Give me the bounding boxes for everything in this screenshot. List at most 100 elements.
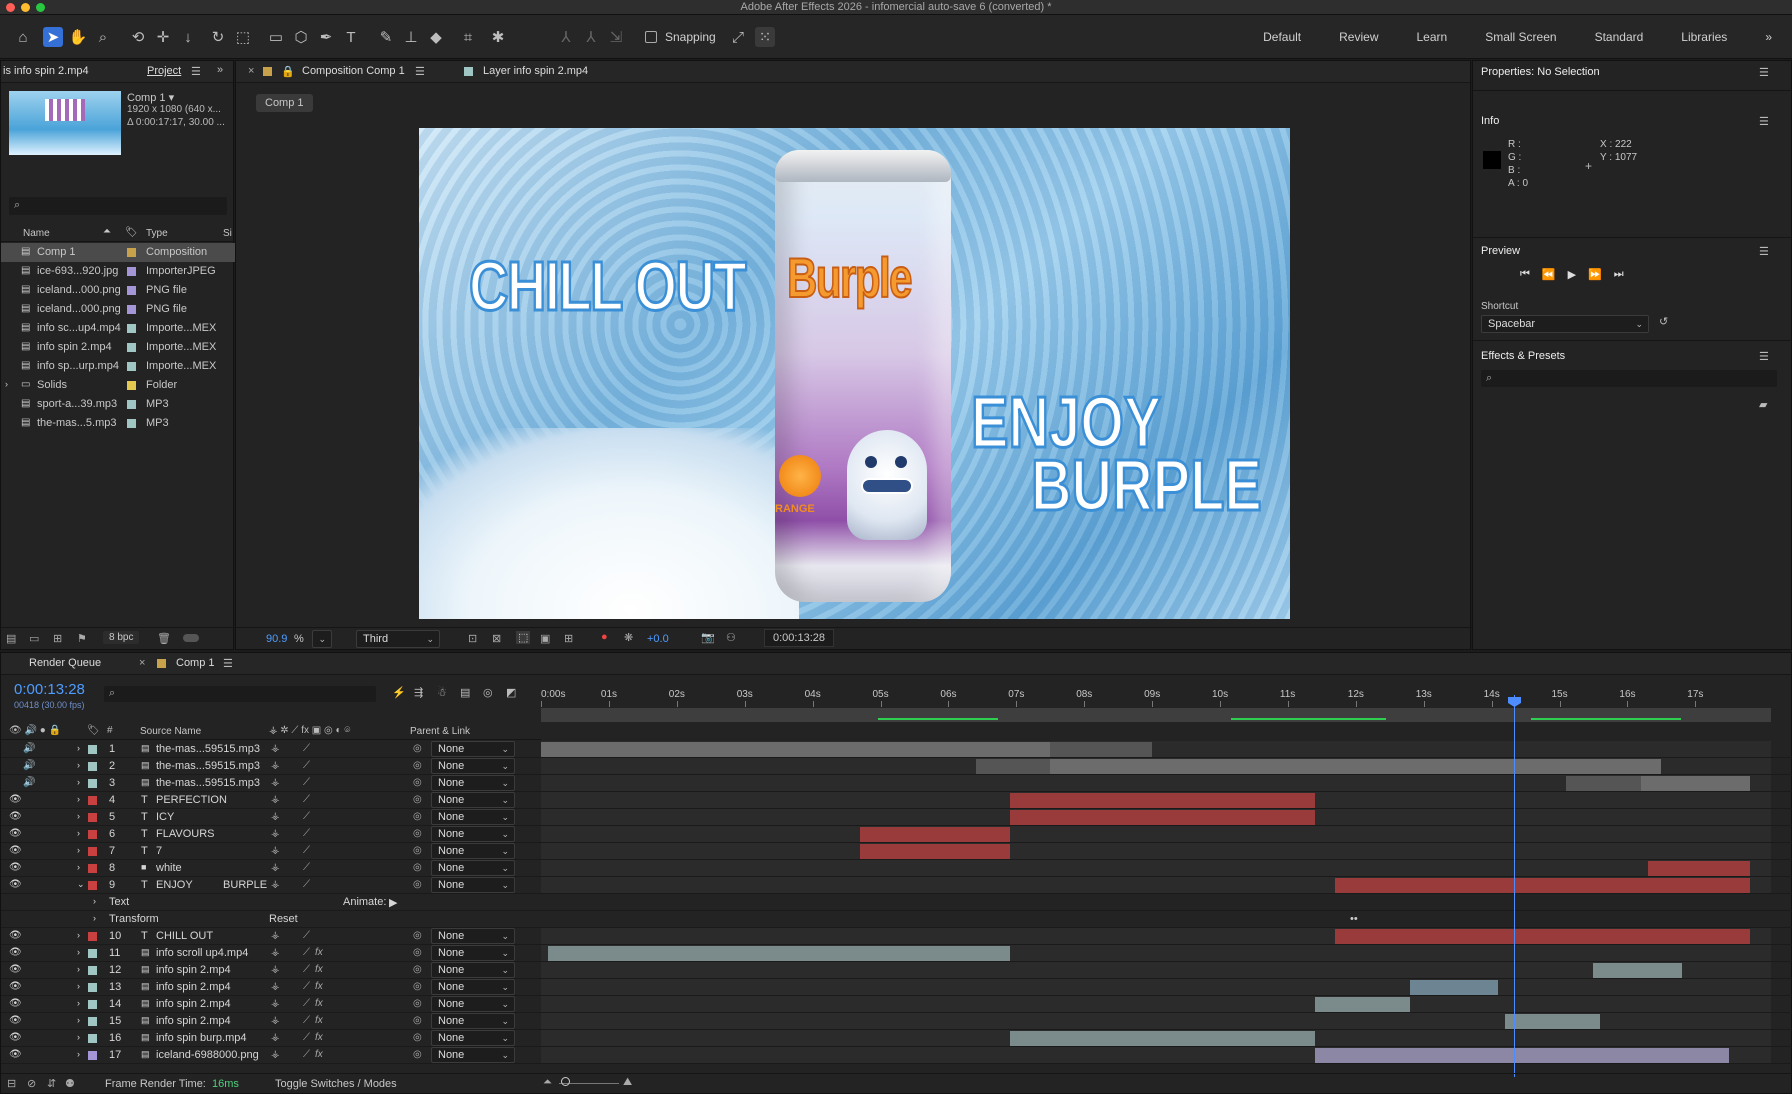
time-ruler[interactable]: 0:00s 01s 02s 03s 04s 05s 06s 07s 08s 09s 10s 11s 12… (541, 685, 1771, 707)
world-axis-icon[interactable]: ⅄ (581, 27, 601, 47)
bit-depth-button[interactable]: 8 bpc (103, 631, 140, 644)
layer-name[interactable]: ENJOY BURPLE (156, 879, 267, 891)
layer-duration-bar[interactable] (1505, 1014, 1601, 1029)
shy-switch-icon[interactable]: ⚶ (271, 947, 280, 958)
expand-arrow-icon[interactable]: › (77, 777, 80, 787)
exposure-value[interactable]: +0.0 (647, 633, 669, 645)
quality-switch-icon[interactable]: ⟋ (303, 794, 310, 805)
color-management-icon[interactable]: ❋ (624, 631, 633, 644)
draft-3d-icon[interactable]: ⚡ (392, 686, 406, 699)
layer-name[interactable]: FLAVOURS (156, 828, 214, 840)
layer-label-swatch[interactable] (88, 813, 97, 822)
expand-arrow-icon[interactable]: › (77, 947, 80, 957)
project-item[interactable]: ▤ info sc...up4.mp4 Importe...MEX (1, 319, 235, 338)
next-frame-icon[interactable]: ⏩ (1588, 268, 1602, 281)
expand-arrow-icon[interactable]: › (77, 1032, 80, 1042)
quality-switch-icon[interactable]: ⟋ (303, 777, 310, 788)
workspace-libraries[interactable]: Libraries (1662, 30, 1746, 44)
interpret-footage-icon[interactable]: ▤ (6, 632, 16, 645)
col-type[interactable]: Type (146, 228, 168, 239)
timeline-layer-row[interactable]: 👁 › 12 ▤ info spin 2.mp4 ⚶ ⟋ fx ◎ None ⌄ (1, 962, 1792, 979)
project-item[interactable]: ▤ iceland...000.png PNG file (1, 281, 235, 300)
keyframe-icon[interactable]: •• (1350, 913, 1358, 925)
workspace-overflow-icon[interactable]: » (1746, 30, 1772, 44)
shy-switch-icon[interactable]: ⚶ (271, 998, 280, 1009)
reset-transform-link[interactable]: Reset (269, 913, 298, 925)
layer-track[interactable] (541, 979, 1771, 995)
first-frame-icon[interactable]: ⏮ (1520, 268, 1530, 281)
quality-switch-icon[interactable]: ⟋ (303, 760, 310, 771)
comp-name-label[interactable]: Comp 1 ▾ (127, 91, 174, 104)
quality-switch-icon[interactable]: ⟋ (303, 879, 310, 890)
effects-switch-icon[interactable]: fx (315, 1049, 323, 1060)
effects-search-input[interactable]: ⌕ (1481, 370, 1777, 387)
timeline-layer-row[interactable]: 👁 › 15 ▤ info spin 2.mp4 ⚶ ⟋ fx ◎ None ⌄ (1, 1013, 1792, 1030)
layer-duration-bar[interactable] (1640, 776, 1750, 791)
layer-duration-bar[interactable] (1009, 793, 1316, 808)
parent-dropdown[interactable]: None ⌄ (431, 826, 515, 842)
parent-dropdown[interactable]: None ⌄ (431, 1013, 515, 1029)
label-color-swatch[interactable] (127, 381, 136, 390)
zoom-dropdown[interactable]: ⌄ (312, 630, 332, 648)
shy-switch-icon[interactable]: ⚶ (271, 760, 280, 771)
layer-label-swatch[interactable] (88, 779, 97, 788)
lock-icon[interactable]: 🔒 (281, 65, 295, 78)
project-menu-icon[interactable]: ☰ (191, 65, 201, 78)
pickwhip-icon[interactable]: ◎ (413, 845, 422, 856)
close-tab-icon[interactable]: × (139, 657, 145, 669)
audio-icon[interactable]: 🔊 (23, 760, 35, 771)
clone-stamp-icon[interactable]: ⊥ (401, 27, 421, 47)
layer-track[interactable] (541, 996, 1771, 1012)
timeline-layer-row[interactable]: 👁 › 6 T FLAVOURS ⚶ ⟋ ◎ None ⌄ (1, 826, 1792, 843)
layer-name[interactable]: the-mas...59515.mp3 (156, 743, 260, 755)
layer-label-swatch[interactable] (88, 949, 97, 958)
parent-dropdown[interactable]: None ⌄ (431, 996, 515, 1012)
quality-switch-icon[interactable]: ⟋ (303, 1049, 310, 1060)
layer-duration-bar[interactable] (1009, 810, 1316, 825)
eye-icon[interactable]: 👁 (9, 981, 22, 992)
grid-guides-icon[interactable]: ⊞ (564, 632, 573, 645)
layer-name[interactable]: the-mas...59515.mp3 (156, 760, 260, 772)
layer-duration-bar[interactable] (1410, 980, 1499, 995)
shy-switch-icon[interactable]: ⚶ (271, 981, 280, 992)
layer-track[interactable] (541, 860, 1771, 876)
shy-switch-icon[interactable]: ⚶ (271, 862, 280, 873)
type-tool-icon[interactable]: T (341, 27, 361, 47)
expand-arrow-icon[interactable]: › (93, 913, 96, 923)
expand-arrow-icon[interactable]: › (77, 1015, 80, 1025)
expand-arrow-icon[interactable]: › (77, 845, 80, 855)
comp-flowchart-icon[interactable]: ⇶ (414, 686, 423, 699)
selection-tool-icon[interactable]: ➤ (43, 27, 63, 47)
region-of-interest-icon[interactable]: ⬚ (516, 631, 531, 644)
expand-arrow-icon[interactable]: › (5, 379, 8, 389)
snap-options-icon[interactable]: ⤢ (728, 27, 748, 47)
parent-dropdown[interactable]: None ⌄ (431, 860, 515, 876)
label-color-swatch[interactable] (127, 267, 136, 276)
layer-label-swatch[interactable] (88, 983, 97, 992)
trash-icon[interactable]: 🗑 (157, 632, 171, 645)
quality-switch-icon[interactable]: ⟋ (303, 845, 310, 856)
timeline-layer-row[interactable]: 🔊 › 1 ▤ the-mas...59515.mp3 ⚶ ⟋ ◎ None ⌄ (1, 741, 1792, 758)
brush-tool-icon[interactable]: ✎ (376, 27, 396, 47)
layer-label-swatch[interactable] (88, 1000, 97, 1009)
expand-arrow-icon[interactable]: › (77, 930, 80, 940)
graph-editor-icon[interactable]: ◩ (506, 686, 516, 699)
properties-menu-icon[interactable]: ☰ (1759, 66, 1769, 79)
col-size[interactable]: Si (223, 228, 232, 239)
zoom-slider-handle[interactable] (561, 1077, 570, 1086)
effects-menu-icon[interactable]: ☰ (1759, 350, 1769, 363)
layer-label-swatch[interactable] (88, 966, 97, 975)
property-group-row[interactable]: › Transform Reset •• (1, 911, 1792, 928)
workspace-review[interactable]: Review (1320, 30, 1397, 44)
layer-name[interactable]: white (156, 862, 182, 874)
snapping-checkbox[interactable] (645, 31, 657, 43)
eraser-tool-icon[interactable]: ◆ (426, 27, 446, 47)
quality-switch-icon[interactable]: ⟋ (303, 828, 310, 839)
pickwhip-icon[interactable]: ◎ (413, 930, 422, 941)
expand-arrow-icon[interactable]: › (77, 828, 80, 838)
label-color-swatch[interactable] (127, 305, 136, 314)
transfer-controls-icon[interactable]: ⊘ (27, 1077, 36, 1090)
timeline-layer-row[interactable]: 👁 › 4 T PERFECTION ⚶ ⟋ ◎ None ⌄ (1, 792, 1792, 809)
layer-track[interactable] (541, 962, 1771, 978)
cube-tool-icon[interactable]: ⬡ (291, 27, 311, 47)
